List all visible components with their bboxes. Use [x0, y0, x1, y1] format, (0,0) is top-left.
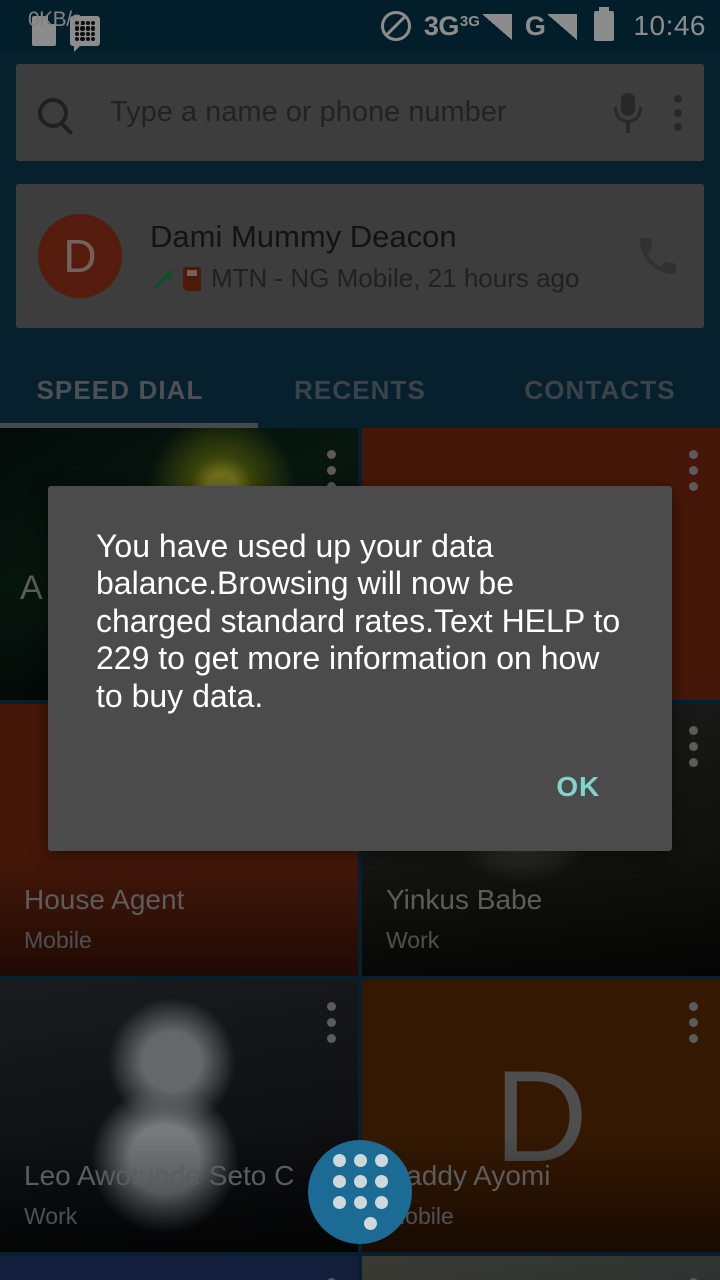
- dialer-screen: 0KB/s 3G 3G G 10:46 Type a name or phone…: [0, 0, 720, 1280]
- ok-button[interactable]: OK: [532, 763, 624, 811]
- data-balance-dialog: You have used up your data balance.Brows…: [48, 486, 672, 852]
- dialpad-icon: [332, 1154, 388, 1230]
- dialpad-fab[interactable]: [308, 1140, 412, 1244]
- dialog-actions: OK: [96, 763, 624, 829]
- dialog-message: You have used up your data balance.Brows…: [96, 528, 621, 714]
